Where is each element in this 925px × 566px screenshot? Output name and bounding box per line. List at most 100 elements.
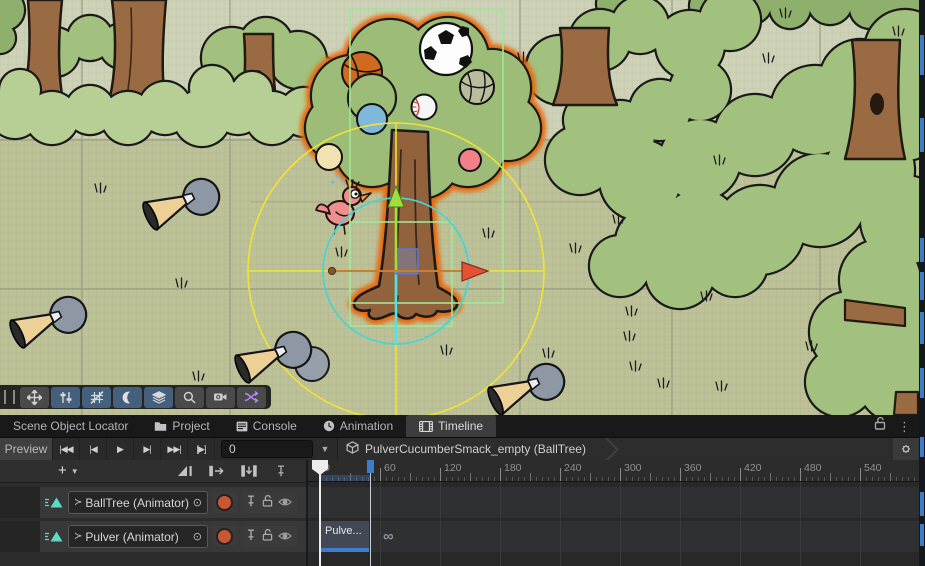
previous-frame-button[interactable]: |◀ (80, 438, 107, 460)
frame-gridline (620, 482, 621, 566)
track-binding-field[interactable]: ≻BallTree (Animator)⊙ (68, 491, 208, 514)
ruler-tick (650, 473, 651, 481)
track-lane[interactable] (308, 521, 925, 552)
ruler-label: 480 (804, 462, 822, 474)
ruler-tick (842, 477, 843, 481)
ruler-label: 60 (384, 462, 396, 474)
animation-clip[interactable]: Pulve... (320, 521, 369, 552)
ruler-tick (824, 477, 825, 481)
ruler-tick (398, 477, 399, 481)
scene-canvas[interactable] (0, 0, 925, 415)
mixer-tool-icon[interactable] (51, 387, 80, 408)
breadcrumb[interactable]: PulverCucumberSmack_empty (BallTree) (337, 438, 893, 460)
tab-timeline[interactable]: Timeline (406, 415, 496, 437)
ruler-tick (812, 477, 813, 481)
mix-mode-button[interactable] (172, 462, 198, 480)
timeline-end-marker[interactable] (367, 460, 374, 473)
go-to-end-button[interactable]: ▶▶| (161, 438, 188, 460)
markers-toggle-button[interactable] (268, 462, 294, 480)
eye-icon[interactable] (278, 494, 292, 512)
scene-view[interactable] (0, 0, 925, 415)
lock-icon[interactable] (262, 528, 273, 546)
search-tool-icon[interactable] (175, 387, 204, 408)
frame-gridline (500, 482, 501, 566)
move-tool-icon[interactable] (20, 387, 49, 408)
animation-track-icon (44, 496, 64, 509)
frame-gridline (680, 482, 681, 566)
clip-accent-bar (320, 548, 369, 552)
object-picker-icon[interactable]: ⊙ (193, 496, 202, 509)
pin-icon[interactable] (246, 528, 256, 546)
toolbar-drag-handle-icon[interactable] (4, 390, 15, 404)
timeline-ruler[interactable]: 060120180240300360420480540 (308, 460, 925, 482)
moon-tool-icon[interactable] (113, 387, 142, 408)
track-row-pulver-animator[interactable]: ≻Pulver (Animator)⊙⋮ (0, 521, 306, 552)
volleyball[interactable] (460, 70, 494, 104)
ruler-tick (554, 477, 555, 481)
replace-mode-button[interactable] (236, 462, 262, 480)
ruler-tick (536, 477, 537, 481)
grid-strike-tool-icon[interactable] (82, 387, 111, 408)
ripple-mode-button[interactable] (204, 462, 230, 480)
animation-track-icon (44, 530, 64, 543)
ruler-tick (404, 477, 405, 481)
ruler-tick (410, 473, 411, 481)
editor-window: Scene Object LocatorProjectConsoleAnimat… (0, 0, 925, 566)
timeline-clip-area[interactable]: 060120180240300360420480540 Pulve... ∞ (308, 460, 925, 566)
track-lane[interactable] (308, 487, 925, 518)
track-name: Pulver (Animator) (85, 530, 178, 544)
panel-menu-icon[interactable]: ⋮ (898, 420, 911, 433)
ruler-tick (518, 477, 519, 481)
next-frame-button[interactable]: ▶| (134, 438, 161, 460)
animator-binding-icon: ≻ (74, 497, 82, 508)
preview-button[interactable]: Preview (0, 438, 53, 460)
camera-visibility-tool-icon[interactable] (206, 387, 235, 408)
lock-icon[interactable] (262, 494, 273, 512)
add-track-button[interactable]: +▼ (0, 462, 87, 481)
ruler-tick (710, 473, 711, 481)
playhead-line[interactable] (319, 473, 321, 566)
infinite-clip-icon: ∞ (383, 528, 394, 545)
blue-ball[interactable] (357, 104, 387, 134)
ruler-tick (860, 468, 861, 481)
tab-project[interactable]: Project (141, 415, 222, 437)
ruler-tick (512, 477, 513, 481)
play-button[interactable]: ▶ (107, 438, 134, 460)
pink-ball[interactable] (459, 149, 481, 171)
soccer-ball[interactable] (420, 23, 472, 75)
ruler-tick (608, 477, 609, 481)
track-binding-field[interactable]: ≻Pulver (Animator)⊙ (68, 525, 208, 548)
record-button[interactable] (212, 526, 237, 547)
ruler-label: 120 (444, 462, 462, 474)
eye-icon[interactable] (278, 528, 292, 546)
ruler-tick (764, 477, 765, 481)
tab-console[interactable]: Console (223, 415, 310, 437)
ruler-tick (770, 473, 771, 481)
go-to-start-button[interactable]: |◀◀ (53, 438, 80, 460)
pin-icon[interactable] (246, 494, 256, 512)
ruler-tick (386, 477, 387, 481)
ruler-tick (428, 477, 429, 481)
edge-mark (920, 238, 924, 262)
frame-options-dropdown[interactable]: ▼ (313, 438, 337, 460)
ruler-tick (590, 473, 591, 481)
ruler-tick (788, 477, 789, 481)
record-button[interactable] (212, 492, 237, 513)
ruler-tick (806, 477, 807, 481)
panel-tab-bar: Scene Object LocatorProjectConsoleAnimat… (0, 415, 925, 438)
shuffle-tool-icon[interactable] (237, 387, 266, 408)
layers-tool-icon[interactable] (144, 387, 173, 408)
baseball[interactable] (412, 95, 437, 120)
ruler-tick (830, 473, 831, 481)
frame-field[interactable]: 0 (221, 440, 313, 458)
object-picker-icon[interactable]: ⊙ (193, 530, 202, 543)
cream-ball[interactable] (316, 144, 342, 170)
track-row-balltree-animator[interactable]: ≻BallTree (Animator)⊙⋮ (0, 487, 306, 518)
play-range-button[interactable]: [▶] (188, 438, 215, 460)
ruler-tick (680, 468, 681, 481)
ruler-tick (674, 477, 675, 481)
tab-animation[interactable]: Animation (310, 415, 406, 437)
unlock-icon[interactable] (874, 417, 886, 435)
tab-scene-object-locator[interactable]: Scene Object Locator (0, 415, 141, 437)
gear-icon[interactable] (893, 438, 919, 460)
